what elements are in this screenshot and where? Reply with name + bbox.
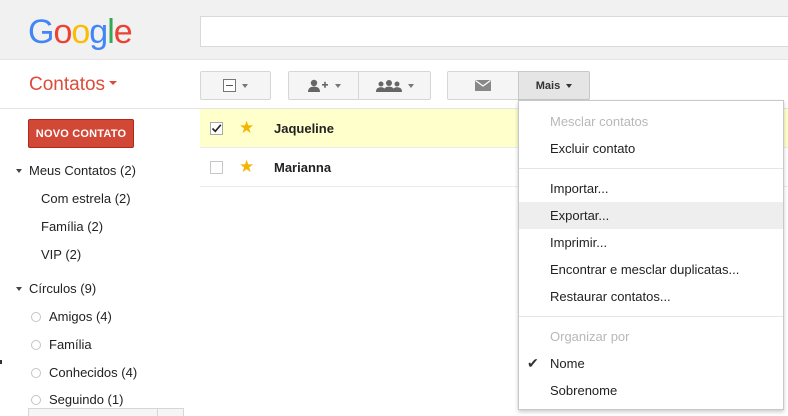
chevron-down-icon <box>566 83 573 88</box>
menu-item-restore-contacts[interactable]: Restaurar contatos... <box>519 283 783 310</box>
chevron-down-icon <box>109 80 118 85</box>
sidebar-item-label: Família <box>49 337 92 352</box>
menu-item-import[interactable]: Importar... <box>519 175 783 202</box>
search-input[interactable] <box>200 16 788 47</box>
sidebar-item-family[interactable]: Família (2) <box>41 219 103 235</box>
sidebar-item-label: Amigos (4) <box>49 309 112 324</box>
circle-icon <box>31 339 41 350</box>
sidebar-item-my-contacts[interactable]: Meus Contatos (2) <box>16 163 136 179</box>
star-icon[interactable]: ★ <box>239 118 254 137</box>
sidebar-item-label: Círculos (9) <box>29 281 97 296</box>
menu-item-merge-contacts: Mesclar contatos <box>550 114 649 129</box>
more-dropdown-menu: Mesclar contatos Excluir contato Importa… <box>518 100 784 410</box>
row-checkbox[interactable] <box>210 161 223 174</box>
logo-letter: g <box>89 13 108 51</box>
menu-item-label: Nome <box>550 356 585 371</box>
more-button-label: Mais <box>535 79 561 92</box>
checkmark-icon: ✔ <box>527 355 539 371</box>
envelope-icon <box>475 80 491 91</box>
send-email-button[interactable] <box>447 71 519 100</box>
menu-divider <box>519 168 783 169</box>
chevron-down-icon <box>407 83 414 88</box>
checkmark-icon <box>211 124 222 133</box>
circle-icon <box>31 367 41 378</box>
menu-item-sort-name[interactable]: ✔ Nome <box>519 350 783 377</box>
select-menu-button[interactable] <box>200 71 271 100</box>
more-button[interactable]: Mais <box>518 71 590 100</box>
star-icon[interactable]: ★ <box>239 157 254 176</box>
contact-name: Marianna <box>274 160 332 175</box>
sidebar-item-friends[interactable]: Amigos (4) <box>31 309 112 325</box>
sidebar-item-family-circle[interactable]: Família <box>31 337 92 353</box>
sidebar-item-label: Seguindo (1) <box>49 392 124 407</box>
menu-item-export[interactable]: Exportar... <box>519 202 783 229</box>
sidebar-item-acquaintances[interactable]: Conhecidos (4) <box>31 365 137 381</box>
sidebar-item-vip[interactable]: VIP (2) <box>41 247 81 263</box>
menu-item-print[interactable]: Imprimir... <box>519 229 783 256</box>
row-checkbox[interactable] <box>210 122 223 135</box>
chevron-down-icon <box>334 83 341 88</box>
menu-heading-sort-by: Organizar por <box>550 329 630 344</box>
menu-item-delete-contact[interactable]: Excluir contato <box>519 135 783 162</box>
google-logo[interactable]: Google <box>28 12 133 52</box>
app-switcher[interactable]: Contatos <box>29 74 118 96</box>
circle-icon <box>31 311 41 322</box>
add-to-circles-button[interactable] <box>358 71 431 100</box>
contact-name: Jaqueline <box>274 121 334 136</box>
logo-letter: e <box>113 13 133 51</box>
sidebar-item-circles[interactable]: Círculos (9) <box>16 281 96 297</box>
sidebar-item-following[interactable]: Seguindo (1) <box>31 392 123 408</box>
sidebar-item-label: Meus Contatos (2) <box>29 163 136 178</box>
group-people-icon <box>375 79 402 92</box>
select-all-checkbox-icon <box>223 79 236 92</box>
app-title: Contatos <box>29 74 106 95</box>
menu-item-sort-surname[interactable]: Sobrenome <box>519 377 783 404</box>
chevron-down-icon <box>242 83 248 88</box>
top-bar: Google <box>0 0 788 60</box>
triangle-down-icon <box>16 168 22 173</box>
menu-divider <box>519 316 783 317</box>
menu-item-find-merge-duplicates[interactable]: Encontrar e mesclar duplicatas... <box>519 256 783 283</box>
sidebar-item-label: Conhecidos (4) <box>49 365 138 380</box>
sidebar-bottom-button[interactable] <box>28 408 158 416</box>
triangle-down-icon <box>16 286 22 291</box>
circle-icon <box>31 394 41 405</box>
edge-marker <box>0 360 2 364</box>
logo-letter: o <box>53 13 72 51</box>
logo-letter: o <box>71 13 90 51</box>
add-to-my-contacts-button[interactable] <box>288 71 359 100</box>
sidebar-bottom-button-2[interactable] <box>157 408 184 416</box>
sidebar-item-starred[interactable]: Com estrela (2) <box>41 191 131 207</box>
add-person-icon <box>307 79 328 92</box>
logo-letter: G <box>28 13 54 51</box>
new-contact-button[interactable]: NOVO CONTATO <box>28 119 134 148</box>
